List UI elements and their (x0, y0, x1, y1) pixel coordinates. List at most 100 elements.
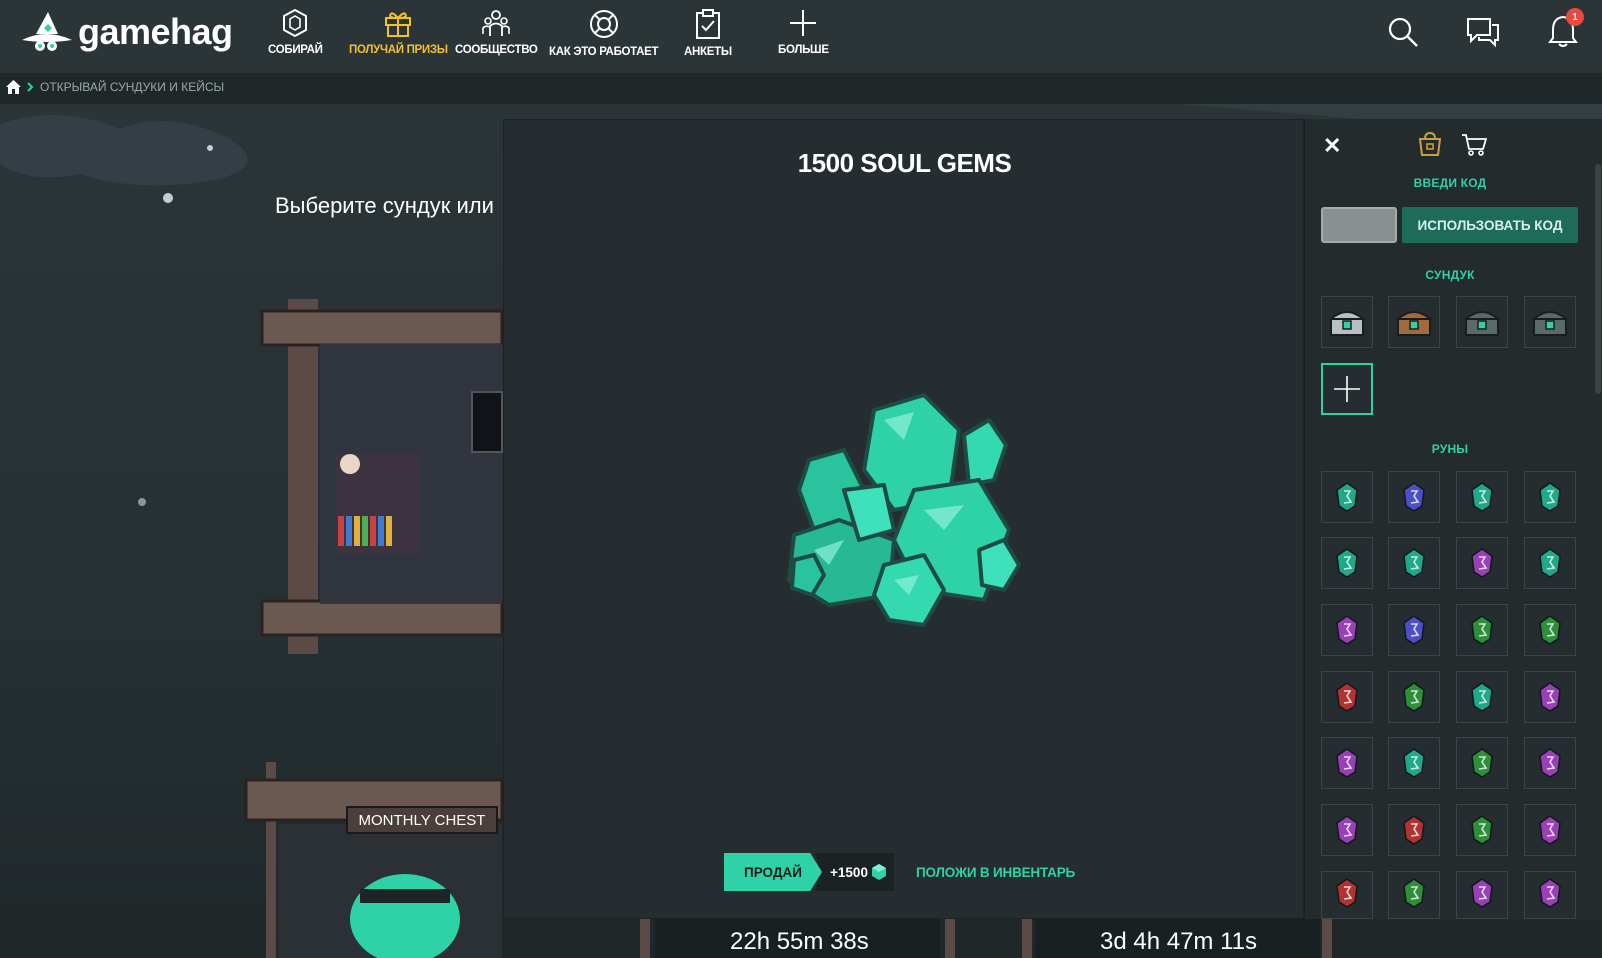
panel-scrollbar[interactable] (1595, 164, 1601, 394)
rune-slot[interactable] (1388, 804, 1440, 856)
nav-item-community[interactable]: СООБЩЕСТВО (455, 8, 538, 64)
rune-purple-icon (1539, 748, 1561, 778)
inventory-side-panel: ✕ ВВЕДИ КОД ИСПОЛЬЗОВАТЬ КОД СУНДУК РУНЫ (1304, 119, 1602, 919)
sell-value-badge: +1500 (814, 853, 894, 891)
notifications-button[interactable]: 1 (1548, 8, 1584, 53)
chest-slot[interactable] (1321, 296, 1373, 348)
nav-item-label: СООБЩЕСТВО (455, 44, 538, 56)
add-chest-slot[interactable] (1321, 363, 1373, 415)
wooden-chest-icon (1395, 311, 1433, 336)
close-icon[interactable]: ✕ (1323, 133, 1341, 159)
rune-red-icon (1336, 682, 1358, 712)
choose-chest-heading: Выберите сундук или (275, 193, 494, 218)
wizard-hat-logo-icon (22, 12, 72, 51)
nav-item-surveys[interactable]: АНКЕТЫ (684, 8, 732, 64)
rune-slot[interactable] (1524, 671, 1576, 723)
rune-purple-icon (1471, 548, 1493, 578)
nav-item-more[interactable]: БОЛЬШЕ (778, 8, 829, 64)
rune-slot[interactable] (1321, 671, 1373, 723)
rune-purple-icon (1539, 878, 1561, 908)
enter-code-heading: ВВЕДИ КОД (1413, 176, 1487, 190)
rune-slot[interactable] (1524, 737, 1576, 789)
rune-slot[interactable] (1321, 604, 1373, 656)
dark-chest-icon (1531, 311, 1569, 336)
rune-slot[interactable] (1524, 537, 1576, 589)
nav-item-label: ПОЛУЧАЙ ПРИЗЫ (349, 44, 448, 56)
clipboard-icon (695, 9, 720, 39)
gift-icon (385, 12, 412, 37)
rune-slot[interactable] (1321, 737, 1373, 789)
soul-gem-icon (871, 864, 886, 880)
home-icon[interactable] (6, 80, 21, 94)
plus-icon (790, 10, 817, 36)
rune-slot[interactable] (1321, 871, 1373, 919)
nav-item-collect[interactable]: СОБИРАЙ (268, 8, 323, 64)
chest-slot[interactable] (1388, 296, 1440, 348)
search-icon (1388, 17, 1418, 47)
hexagon-icon (283, 8, 308, 38)
rune-slot[interactable] (1388, 604, 1440, 656)
rune-slot[interactable] (1524, 604, 1576, 656)
rune-slot[interactable] (1456, 804, 1508, 856)
rune-slot[interactable] (1388, 471, 1440, 523)
nav-item-how-it-works[interactable]: КАК ЭТО РАБОТАЕТ (549, 8, 659, 64)
rune-blue-icon (1403, 482, 1425, 512)
bag-icon[interactable] (1417, 131, 1443, 157)
rune-slot[interactable] (1388, 537, 1440, 589)
runes-heading: РУНЫ (1431, 442, 1469, 456)
chest-slot[interactable] (1524, 296, 1576, 348)
rune-slot[interactable] (1456, 471, 1508, 523)
gamehag-logo[interactable]: gamehag (18, 10, 233, 58)
rune-slot[interactable] (1321, 537, 1373, 589)
nav-item-label: КАК ЭТО РАБОТАЕТ (549, 46, 659, 58)
rune-green-icon (1471, 615, 1493, 645)
sell-button[interactable]: ПРОДАЙ (724, 853, 822, 891)
nav-item-prizes[interactable]: ПОЛУЧАЙ ПРИЗЫ (349, 8, 448, 64)
rune-purple-icon (1336, 615, 1358, 645)
breadcrumb-current: ОТКРЫВАЙ СУНДУКИ И КЕЙСЫ (40, 80, 225, 94)
monthly-chest-label[interactable]: MONTHLY CHEST (346, 806, 498, 834)
rune-red-icon (1336, 878, 1358, 908)
search-button[interactable] (1387, 16, 1419, 53)
rune-teal-icon (1336, 482, 1358, 512)
chat-icon (1467, 18, 1499, 48)
reward-modal: 1500 SOUL GEMS ПРОДАЙ +1500 ПОЛОЖИ В ИНВ… (503, 119, 1304, 919)
reward-title: 1500 SOUL GEMS (797, 148, 1012, 178)
rune-teal-icon (1539, 482, 1561, 512)
rune-purple-icon (1539, 815, 1561, 845)
nav-item-label: СОБИРАЙ (268, 44, 323, 56)
nav-item-label: АНКЕТЫ (684, 46, 732, 58)
rune-slot[interactable] (1456, 871, 1508, 919)
chest-slot[interactable] (1456, 296, 1508, 348)
rune-slot[interactable] (1388, 671, 1440, 723)
rune-slot[interactable] (1388, 737, 1440, 789)
rune-slot[interactable] (1456, 537, 1508, 589)
put-in-inventory-link[interactable]: ПОЛОЖИ В ИНВЕНТАРЬ (916, 865, 1075, 880)
cart-icon[interactable] (1461, 133, 1487, 157)
messages-button[interactable] (1466, 16, 1500, 53)
rune-slot[interactable] (1456, 671, 1508, 723)
rune-slot[interactable] (1524, 471, 1576, 523)
rune-slot[interactable] (1388, 871, 1440, 919)
code-input[interactable] (1321, 207, 1397, 243)
rune-purple-icon (1336, 748, 1358, 778)
sell-value: +1500 (830, 864, 868, 880)
use-code-button[interactable]: ИСПОЛЬЗОВАТЬ КОД (1402, 207, 1578, 243)
rune-slot[interactable] (1456, 737, 1508, 789)
rune-teal-icon (1539, 548, 1561, 578)
rune-teal-icon (1403, 748, 1425, 778)
breadcrumb: ОТКРЫВАЙ СУНДУКИ И КЕЙСЫ (6, 80, 224, 94)
rune-slot[interactable] (1524, 871, 1576, 919)
rune-slot[interactable] (1321, 471, 1373, 523)
rune-slot[interactable] (1524, 804, 1576, 856)
rune-teal-icon (1403, 548, 1425, 578)
rune-teal-icon (1336, 548, 1358, 578)
soul-gems-illustration (787, 393, 1021, 627)
rune-slot[interactable] (1456, 604, 1508, 656)
chest-timer: 3d 4h 47m 11s (1100, 928, 1257, 955)
dark-chest-icon (1463, 311, 1501, 336)
rune-purple-icon (1471, 878, 1493, 908)
logo-text: gamehag (78, 11, 233, 52)
silver-chest-icon (1328, 311, 1366, 336)
rune-slot[interactable] (1321, 804, 1373, 856)
